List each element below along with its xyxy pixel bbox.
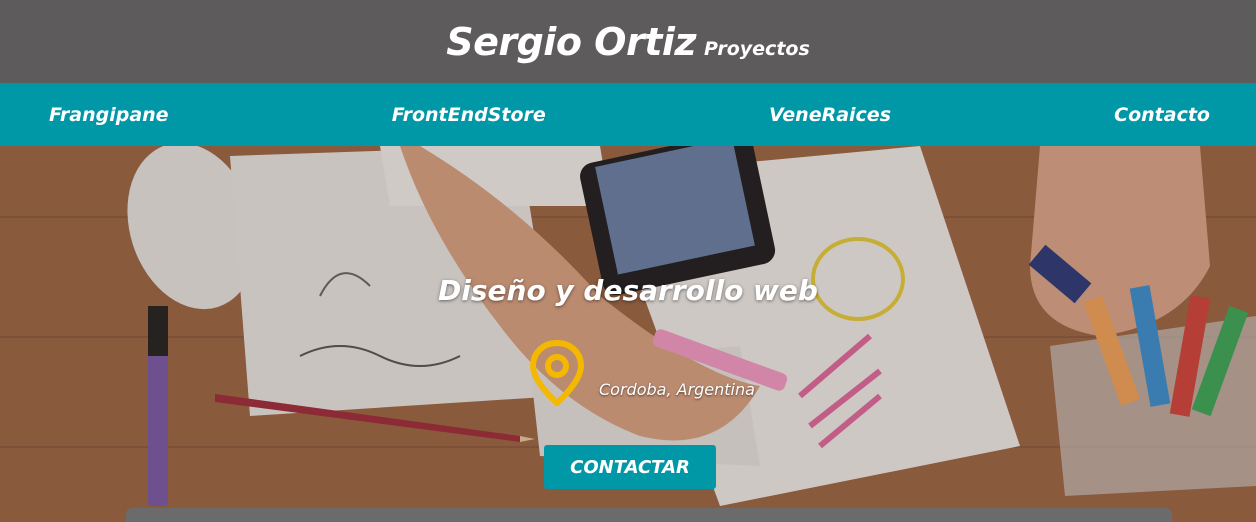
nav-item-contacto[interactable]: Contacto xyxy=(1114,104,1210,126)
laptop-edge xyxy=(126,508,1172,522)
hero-content: Diseño y desarrollo web Cordoba, Argenti… xyxy=(0,146,1256,522)
hero-section: Diseño y desarrollo web Cordoba, Argenti… xyxy=(0,146,1256,522)
contact-button[interactable]: CONTACTAR xyxy=(544,445,716,489)
main-nav: Frangipane FrontEndStore VeneRaices Cont… xyxy=(0,83,1256,146)
brand[interactable]: Sergio Ortiz Proyectos xyxy=(446,20,810,64)
nav-item-veneraices[interactable]: VeneRaices xyxy=(769,104,891,126)
nav-item-frontendstore[interactable]: FrontEndStore xyxy=(392,104,546,126)
location-pin-icon xyxy=(530,340,584,406)
location-text: Cordoba, Argentina xyxy=(599,380,755,399)
site-header: Sergio Ortiz Proyectos xyxy=(0,0,1256,83)
nav-item-frangipane[interactable]: Frangipane xyxy=(49,104,169,126)
brand-name[interactable]: Sergio Ortiz xyxy=(446,20,696,64)
hero-title: Diseño y desarrollo web xyxy=(438,274,818,307)
brand-subtitle[interactable]: Proyectos xyxy=(704,38,810,60)
